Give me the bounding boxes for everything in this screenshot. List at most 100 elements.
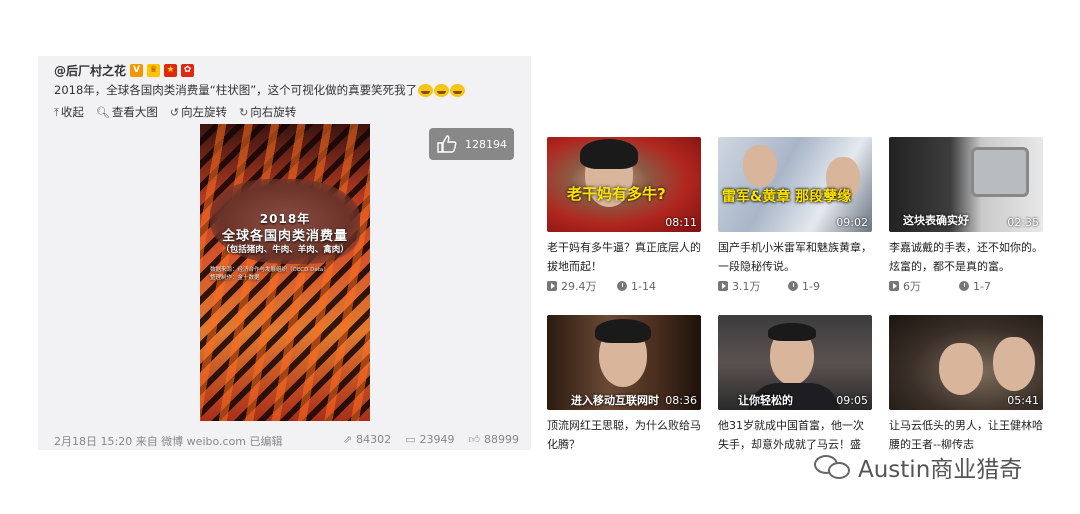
collapse-icon: ⤒ [54, 106, 59, 119]
comment-button[interactable]: ▭ 23949 [405, 433, 454, 446]
video-card[interactable]: 05:41 让马云低头的男人，让王健林哈腰的王者--柳传志 [889, 315, 1043, 454]
watch-shape [971, 147, 1029, 197]
thumbnail-caption: 老干妈有多牛? [567, 185, 666, 203]
video-thumbnail[interactable]: 让你轻松的 09:05 [718, 315, 872, 410]
forward-icon: ⇗ [342, 433, 353, 446]
laugh-emoji-icon [434, 84, 450, 97]
crown-icon: ♛ [147, 64, 161, 77]
video-title[interactable]: 国产手机小米雷军和魅族黄章，一段隐秘传说。 [718, 238, 872, 276]
thumbnail-caption: 进入移动互联网时 [571, 394, 659, 407]
clock-icon [788, 281, 798, 291]
video-card[interactable]: 让你轻松的 09:05 他31岁就成中国首富，他一次失手，却意外成就了马云！盛 [718, 315, 872, 454]
video-thumbnail[interactable]: 05:41 [889, 315, 1043, 410]
thumbs-up-icon: 👍︎ [468, 433, 481, 446]
weibo-post-card: @后厂村之花 V ♛ ★ ✿ 2018年，全球各国肉类消费量“柱状图”，这个可视… [38, 56, 531, 450]
wechat-icon [812, 452, 852, 482]
video-duration: 05:41 [1007, 394, 1039, 407]
collapse-button[interactable]: ⤒ 收起 [54, 104, 84, 120]
clock-icon [617, 281, 627, 291]
laugh-emoji-icon [418, 84, 434, 97]
video-thumbnail[interactable]: 进入移动互联网时 08:36 [547, 315, 701, 410]
post-text-content: 2018年，全球各国肉类消费量“柱状图”，这个可视化做的真要笑死我了 [54, 83, 418, 97]
video-thumbnail[interactable]: 老干妈有多牛? 08:11 [547, 137, 701, 232]
video-duration: 08:11 [665, 216, 697, 229]
video-title[interactable]: 他31岁就成中国首富，他一次失手，却意外成就了马云！盛 [718, 416, 872, 454]
video-meta: 29.4万 1-14 [547, 278, 701, 294]
weibo-user: @后厂村之花 V ♛ ★ ✿ [54, 62, 195, 79]
image-subtitle: （包括猪肉、牛肉、羊肉、禽肉） [221, 245, 349, 255]
wechat-watermark: Austin商业猎奇 [812, 450, 1022, 484]
clock-icon [959, 281, 969, 291]
play-icon [718, 281, 728, 291]
video-thumbnail[interactable]: 雷军&黄章 那段孽缘 09:02 [718, 137, 872, 232]
play-icon [547, 281, 557, 291]
rotate-right-icon: ↻ [239, 106, 249, 119]
episode-count: 1-14 [617, 278, 687, 294]
thumbnail-caption: 让你轻松的 [738, 394, 793, 407]
image-source-line: 数据来源：经济合作与发展组织（OECD Data） [210, 267, 329, 273]
like-count: 88999 [484, 433, 519, 446]
video-card[interactable]: 进入移动互联网时 08:36 顶流网红王思聪，为什么败给马化腾？ [547, 315, 701, 454]
video-thumbnail[interactable]: 这块表确实好 02:35 [889, 137, 1043, 232]
rotate-right-button[interactable]: ↻ 向右旋转 [239, 104, 296, 120]
like-button[interactable]: 👍︎ 88999 [469, 433, 520, 446]
video-duration: 09:05 [836, 394, 868, 407]
episode-text: 1-7 [973, 279, 991, 293]
episode-count: 1-9 [788, 278, 858, 294]
like-bubble-count: 128194 [465, 137, 507, 151]
post-image[interactable]: 2018年 全球各国肉类消费量 （包括猪肉、牛肉、羊肉、禽肉） 数据来源：经济合… [200, 124, 370, 421]
china-flag-icon: ★ [164, 64, 178, 77]
video-duration: 09:02 [836, 216, 868, 229]
video-title[interactable]: 让马云低头的男人，让王健林哈腰的王者--柳传志 [889, 416, 1043, 454]
image-source: 数据来源：经济合作与发展组织（OECD Data） 整理制作：金十数据 [210, 266, 370, 282]
post-meta: 2月18日 15:20 来自 微博 weibo.com 已编辑 [54, 435, 283, 448]
view-count: 29.4万 [547, 278, 617, 294]
video-card[interactable]: 雷军&黄章 那段孽缘 09:02 国产手机小米雷军和魅族黄章，一段隐秘传说。 3… [718, 137, 872, 294]
search-icon: 🔍︎ [95, 106, 110, 119]
video-card[interactable]: 老干妈有多牛? 08:11 老干妈有多牛逼？真正底层人的拔地而起！ 29.4万 … [547, 137, 701, 294]
wechat-bubble [828, 462, 850, 479]
watermark-text: Austin商业猎奇 [858, 457, 1023, 483]
view-count-text: 3.1万 [732, 280, 761, 293]
username[interactable]: @后厂村之花 [54, 62, 126, 79]
hongkong-flag-icon: ✿ [181, 64, 195, 77]
laugh-emoji-icon [450, 84, 466, 97]
post-text: 2018年，全球各国肉类消费量“柱状图”，这个可视化做的真要笑死我了 [54, 82, 466, 98]
verified-v-icon: V [130, 64, 144, 77]
post-stats: ⇗ 84302 ▭ 23949 👍︎ 88999 [343, 433, 519, 446]
person-figure [743, 145, 777, 187]
rotate-right-label: 向右旋转 [250, 105, 297, 119]
comment-count: 23949 [419, 433, 455, 446]
image-author-line: 整理制作：金十数据 [210, 275, 260, 281]
video-meta: 6万 1-7 [889, 278, 1043, 294]
episode-text: 1-9 [802, 279, 820, 293]
person-figure [993, 337, 1035, 391]
video-title[interactable]: 老干妈有多牛逼？真正底层人的拔地而起！ [547, 238, 701, 276]
comment-icon: ▭ [405, 433, 416, 446]
view-count: 3.1万 [718, 278, 788, 294]
episode-text: 1-14 [631, 279, 656, 293]
person-figure [939, 343, 983, 395]
video-card[interactable]: 这块表确实好 02:35 李嘉诚戴的手表，还不如你的。炫富的，都不是真的富。 6… [889, 137, 1043, 294]
episode-count: 1-7 [959, 278, 1029, 294]
video-title[interactable]: 李嘉诚戴的手表，还不如你的。炫富的，都不是真的富。 [889, 238, 1043, 276]
forward-button[interactable]: ⇗ 84302 [343, 433, 391, 446]
rotate-left-icon: ↺ [169, 106, 180, 119]
play-icon [889, 281, 899, 291]
video-duration: 08:36 [665, 394, 697, 407]
rotate-left-label: 向左旋转 [181, 105, 228, 119]
thumbs-up-icon [437, 135, 457, 153]
image-title: 全球各国肉类消费量 [221, 229, 348, 244]
hair-shape [768, 323, 816, 341]
view-large-label: 查看大图 [111, 105, 158, 119]
view-count-text: 29.4万 [561, 280, 597, 293]
video-title[interactable]: 顶流网红王思聪，为什么败给马化腾？ [547, 416, 701, 454]
rotate-left-button[interactable]: ↺ 向左旋转 [170, 104, 227, 120]
video-duration: 02:35 [1007, 216, 1039, 229]
view-count: 6万 [889, 278, 959, 294]
like-bubble[interactable]: 128194 [429, 128, 514, 160]
hair-shape [595, 319, 651, 343]
thumbnail-caption: 这块表确实好 [903, 214, 969, 227]
hair-shape [580, 139, 638, 169]
view-large-button[interactable]: 🔍︎ 查看大图 [96, 104, 158, 120]
